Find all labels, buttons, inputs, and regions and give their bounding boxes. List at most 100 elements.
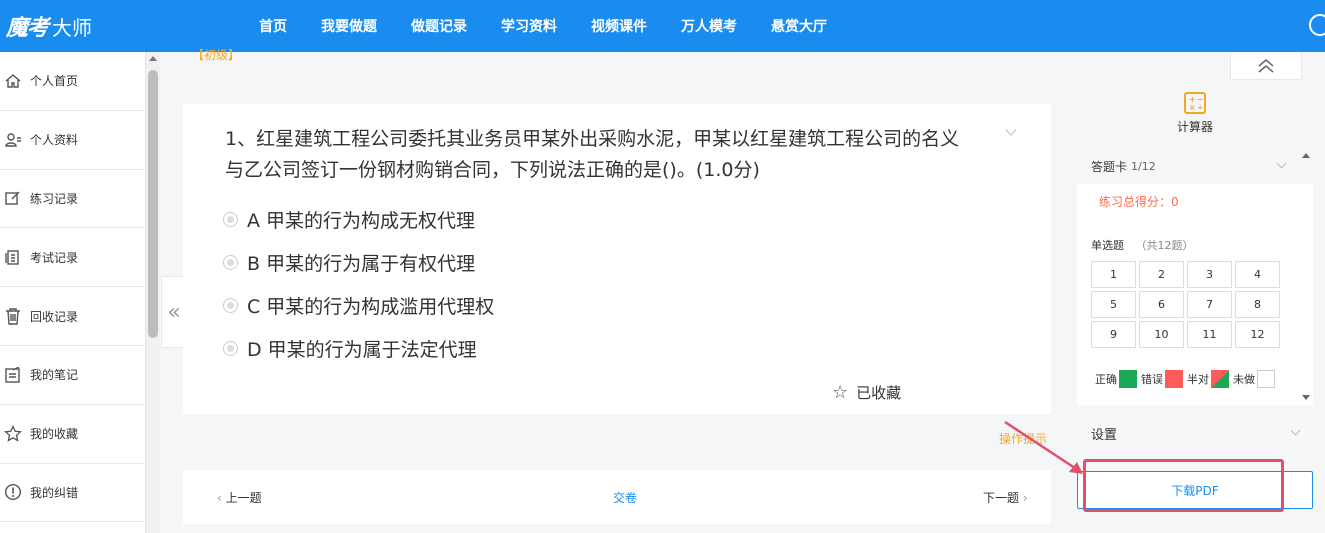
difficulty-tag: 【初级】 [192,48,241,62]
sidebar: 个人首页 个人资料 练习记录 考试记录 回收记录 我的笔记 我的收藏 我的纠错 [0,52,146,533]
nav-practice[interactable]: 我要做题 [304,16,394,36]
next-question-button[interactable]: 下一题 › [983,489,1028,506]
back-to-top-button[interactable] [1230,52,1302,80]
sidebar-item-home[interactable]: 个人首页 [0,52,145,111]
question-number-cell[interactable]: 11 [1187,321,1232,348]
sidebar-item-profile[interactable]: 个人资料 [0,111,145,170]
legend-swatch-correct [1119,370,1137,388]
nav-materials[interactable]: 学习资料 [484,16,574,36]
question-number-cell[interactable]: 5 [1091,291,1136,318]
sidebar-item-label: 个人首页 [30,74,79,89]
settings-label: 设置 [1091,427,1118,443]
logo-mark: 魔考 [6,15,49,41]
document-icon [2,248,24,266]
prev-question-button[interactable]: ‹ 上一题 [217,489,262,506]
option-label: C 甲某的行为构成滥用代理权 [247,296,495,318]
question-number-cell[interactable]: 12 [1235,321,1280,348]
sidebar-item-practice-records[interactable]: 练习记录 [0,170,145,229]
radio-icon[interactable] [223,212,238,227]
main-nav: 首页 我要做题 做题记录 学习资料 视频课件 万人模考 悬赏大厅 [242,0,844,52]
sidebar-item-recycle[interactable]: 回收记录 [0,287,145,346]
chevron-down-icon [1290,425,1301,436]
double-chevron-up-icon [1258,58,1274,73]
question-number-cell[interactable]: 2 [1139,261,1184,288]
sidebar-item-label: 我的收藏 [30,427,79,442]
legend-label: 正确 [1095,373,1117,386]
favorite-button[interactable]: ☆ 已收藏 [832,382,901,403]
logo[interactable]: 魔考 大师 [6,10,92,42]
trash-icon [2,307,24,325]
sidebar-item-label: 我的纠错 [30,485,79,500]
option-a[interactable]: A 甲某的行为构成无权代理 [223,206,475,233]
home-icon [2,72,24,90]
sidebar-item-label: 练习记录 [30,191,79,206]
question-number-cell[interactable]: 4 [1235,261,1280,288]
submit-button[interactable]: 交卷 [613,489,637,506]
logo-text: 大师 [52,15,93,40]
sidebar-item-label: 我的笔记 [30,368,79,383]
question-number-cell[interactable]: 1 [1091,261,1136,288]
alert-icon [2,483,24,501]
sidebar-scrollbar[interactable] [146,52,160,533]
next-label: 下一题 [983,491,1020,505]
legend-label: 半对 [1187,373,1209,386]
question-number-cell[interactable]: 9 [1091,321,1136,348]
sidebar-item-label: 回收记录 [30,309,79,324]
answer-card-title: 答题卡 [1091,159,1128,174]
answer-card-panel: 答题卡 1/12 练习总得分：0 单选题 （共12题） 1 2 3 4 5 6 … [1077,148,1313,405]
calculator-label: 计算器 [1176,120,1213,134]
nav-mock-exam[interactable]: 万人模考 [664,16,754,36]
radio-icon[interactable] [223,341,238,356]
nav-videos[interactable]: 视频课件 [574,16,664,36]
radio-icon[interactable] [223,298,238,313]
question-number-cell[interactable]: 10 [1139,321,1184,348]
favorite-label: 已收藏 [856,384,902,402]
option-c[interactable]: C 甲某的行为构成滥用代理权 [223,292,494,319]
highlight-box [1083,459,1284,512]
sidebar-item-favorites[interactable]: 我的收藏 [0,405,145,464]
double-chevron-left-icon: « [167,299,181,325]
chevron-down-icon[interactable] [1005,124,1017,136]
sidebar-item-label: 考试记录 [30,250,79,265]
nav-home[interactable]: 首页 [242,16,304,36]
option-label: A 甲某的行为构成无权代理 [247,210,476,232]
scroll-up-arrow-icon[interactable] [149,56,157,61]
chevron-down-icon[interactable] [1276,158,1287,169]
answer-card-scrollbar[interactable] [1301,148,1311,405]
nav-bounty[interactable]: 悬赏大厅 [754,16,844,36]
scroll-up-arrow-icon[interactable] [1302,153,1310,158]
option-b[interactable]: B 甲某的行为属于有权代理 [223,249,475,276]
option-d[interactable]: D 甲某的行为属于法定代理 [223,335,477,362]
prev-label: 上一题 [225,491,262,505]
scroll-down-arrow-icon[interactable] [1302,395,1310,400]
question-number-cell[interactable]: 8 [1235,291,1280,318]
star-icon [2,424,24,443]
calculator-button[interactable]: + − × ÷ 计算器 [1170,92,1220,135]
scroll-thumb[interactable] [148,70,158,338]
sidebar-item-notes[interactable]: 我的笔记 [0,346,145,405]
chevron-left-icon: ‹ [217,491,222,505]
radio-icon[interactable] [223,255,238,270]
nav-records[interactable]: 做题记录 [394,16,484,36]
question-number-cell[interactable]: 6 [1139,291,1184,318]
answer-card-header[interactable]: 答题卡 1/12 [1077,148,1313,184]
chevron-right-icon: › [1022,491,1028,505]
legend-swatch-undone [1257,370,1275,388]
search-icon[interactable] [1309,14,1325,36]
calculator-icon: + − × ÷ [1184,92,1206,114]
user-card-icon [2,131,24,149]
question-number-cell[interactable]: 7 [1187,291,1232,318]
sidebar-item-label: 个人资料 [30,133,79,148]
legend-swatch-wrong [1165,370,1183,388]
sidebar-item-corrections[interactable]: 我的纠错 [0,464,145,523]
settings-panel-header[interactable]: 设置 [1077,413,1313,453]
sidebar-item-exam-records[interactable]: 考试记录 [0,228,145,288]
practice-score: 练习总得分：0 [1099,195,1179,209]
answer-card-count: 1/12 [1131,159,1156,173]
question-number-cell[interactable]: 3 [1187,261,1232,288]
question-number-grid: 1 2 3 4 5 6 7 8 9 10 11 12 [1091,261,1281,348]
section-name: 单选题 [1091,239,1124,252]
question-card: 1、红星建筑工程公司委托其业务员甲某外出采购水泥，甲某以红星建筑工程公司的名义与… [183,104,1051,414]
question-footer: ‹ 上一题 交卷 下一题 › [183,470,1051,524]
legend-swatch-half [1211,370,1229,388]
